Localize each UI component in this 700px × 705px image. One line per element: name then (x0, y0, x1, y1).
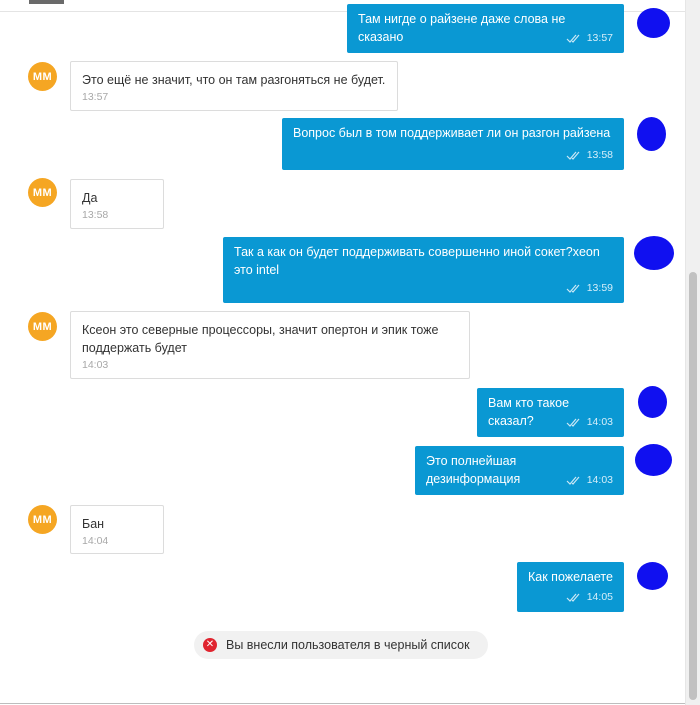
message-text: Так а как он будет поддерживать совершен… (234, 245, 600, 277)
message-outgoing[interactable]: Там нигде о райзене даже слова не сказан… (347, 4, 624, 53)
message-text: Это ещё не значит, что он там разгонятьс… (82, 73, 386, 87)
scrollbar-thumb[interactable] (689, 272, 697, 700)
read-checkmarks-icon (566, 34, 580, 43)
redacted-avatar (634, 236, 674, 270)
avatar[interactable]: MM (28, 505, 57, 534)
redacted-avatar (637, 562, 668, 590)
redacted-avatar (637, 8, 670, 38)
notice-text: Вы внесли пользователя в черный список (226, 638, 470, 652)
message-incoming[interactable]: Бан 14:04 (70, 505, 164, 554)
message-text: Это полнейшая дезинформация (426, 454, 521, 486)
message-outgoing[interactable]: Как пожелаете 14:05 (517, 562, 624, 612)
message-time: 13:58 (82, 209, 109, 221)
message-text: Как пожелаете (528, 570, 613, 584)
message-text: Ксеон это северные процессоры, значит оп… (82, 323, 439, 355)
message-time: 13:57 (82, 91, 109, 103)
message-outgoing[interactable]: Вопрос был в том поддерживает ли он разг… (282, 118, 624, 170)
read-checkmarks-icon (566, 284, 580, 293)
message-incoming[interactable]: Это ещё не значит, что он там разгонятьс… (70, 61, 398, 111)
read-checkmarks-icon (566, 476, 580, 485)
top-image-fragment (29, 0, 64, 4)
read-checkmarks-icon (566, 593, 580, 602)
message-time: 13:58 (586, 149, 613, 161)
redacted-avatar (635, 444, 672, 476)
message-text: Бан (82, 517, 105, 531)
message-incoming[interactable]: Да 13:58 (70, 179, 164, 229)
message-time: 13:57 (586, 32, 613, 44)
message-outgoing[interactable]: Вам кто такое сказал? 14:03 (477, 388, 624, 437)
message-text: Вопрос был в том поддерживает ли он разг… (293, 126, 611, 140)
scrollbar[interactable] (685, 0, 700, 705)
close-circle-icon: ✕ (203, 638, 217, 652)
message-time: 14:05 (586, 591, 613, 603)
message-incoming[interactable]: Ксеон это северные процессоры, значит оп… (70, 311, 470, 379)
message-outgoing[interactable]: Так а как он будет поддерживать совершен… (223, 237, 624, 303)
redacted-avatar (637, 117, 666, 151)
message-time: 14:04 (82, 535, 109, 547)
message-time: 13:59 (586, 282, 613, 294)
divider (0, 703, 686, 704)
message-time: 14:03 (586, 474, 613, 486)
message-time: 14:03 (82, 359, 109, 371)
avatar[interactable]: MM (28, 312, 57, 341)
redacted-avatar (638, 386, 667, 418)
message-text: Там нигде о райзене даже слова не сказан… (358, 12, 566, 44)
blacklist-notice: ✕ Вы внесли пользователя в черный список (194, 631, 488, 659)
message-outgoing[interactable]: Это полнейшая дезинформация 14:03 (415, 446, 624, 495)
avatar[interactable]: MM (28, 62, 57, 91)
message-time: 14:03 (586, 416, 613, 428)
message-text: Да (82, 191, 98, 205)
read-checkmarks-icon (566, 151, 580, 160)
read-checkmarks-icon (566, 418, 580, 427)
message-text: Вам кто такое сказал? (488, 396, 570, 428)
avatar[interactable]: MM (28, 178, 57, 207)
